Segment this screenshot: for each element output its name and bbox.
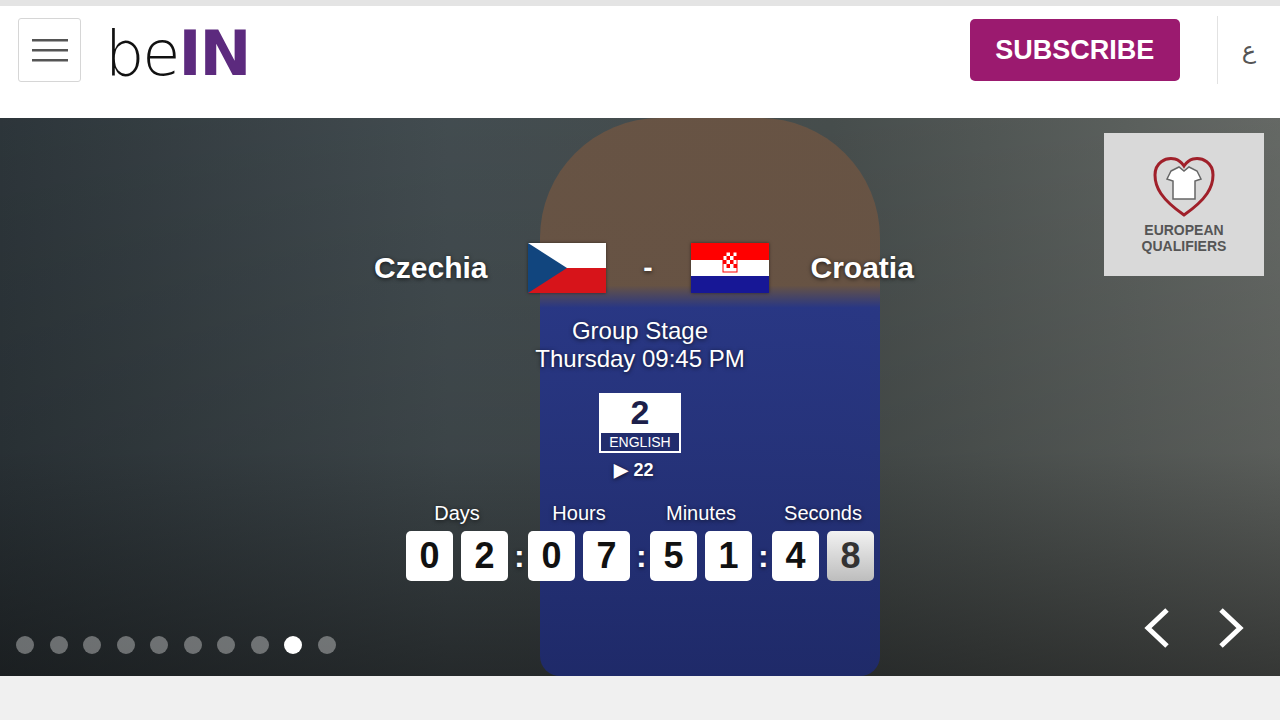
countdown-label: Hours <box>552 501 605 525</box>
header: beIN SUBSCRIBE ع <box>0 6 1280 118</box>
competition-badge: EUROPEAN QUALIFIERS <box>1104 133 1264 276</box>
logo[interactable]: beIN <box>105 23 249 85</box>
team-separator: - <box>606 252 691 284</box>
next-button[interactable] <box>1216 606 1246 650</box>
countdown-label: Days <box>434 501 480 525</box>
countdown-label: Minutes <box>666 501 736 525</box>
previous-button[interactable] <box>1142 606 1172 650</box>
chevron-right-icon <box>1216 606 1246 650</box>
away-team: Croatia <box>811 251 971 285</box>
channel-badge: 2ENGLISH <box>599 393 681 453</box>
countdown-separator: : <box>514 531 522 581</box>
countdown-group: Seconds 48 <box>772 501 874 581</box>
carousel-dot[interactable] <box>318 636 336 654</box>
teams-row: Czechia - Croatia <box>328 243 971 293</box>
countdown-digit: 4 <box>772 531 819 581</box>
carousel-arrows <box>1142 606 1246 650</box>
croatia-flag-icon <box>691 243 769 293</box>
countdown-digit: 0 <box>528 531 575 581</box>
carousel-dot[interactable] <box>284 636 302 654</box>
carousel-dot[interactable] <box>16 636 34 654</box>
carousel-dot[interactable] <box>50 636 68 654</box>
subscribe-button[interactable]: SUBSCRIBE <box>970 19 1180 81</box>
countdown-group: Days 02 <box>406 501 508 581</box>
carousel-dot[interactable] <box>117 636 135 654</box>
carousel-dot[interactable] <box>150 636 168 654</box>
countdown-digit: 0 <box>406 531 453 581</box>
player-photo <box>540 118 880 676</box>
countdown-digit: 2 <box>461 531 508 581</box>
alternate-channel: ▶ 22 <box>614 459 653 481</box>
czech-flag-icon <box>528 243 606 293</box>
carousel-dot[interactable] <box>217 636 235 654</box>
language-button[interactable]: ع <box>1236 32 1262 68</box>
divider <box>1217 16 1218 84</box>
hero-slide[interactable]: EUROPEAN QUALIFIERS Czechia - Croatia Group … <box>0 118 1280 676</box>
countdown-digit: 1 <box>705 531 752 581</box>
countdown-label: Seconds <box>784 501 862 525</box>
countdown-group: Minutes 51 <box>650 501 752 581</box>
page: beINSUBSCRIBEعEUROPEAN QUALIFIERSCzechia… <box>0 0 1280 720</box>
countdown-digit: 8 <box>827 531 874 581</box>
countdown-separator: : <box>636 531 644 581</box>
carousel-dot[interactable] <box>184 636 202 654</box>
menu-icon <box>32 38 68 62</box>
match-info: Czechia - Croatia Group StageThursday 09:45… <box>0 118 1280 581</box>
carousel-dot[interactable] <box>251 636 269 654</box>
stage-label: Group Stage <box>572 317 708 345</box>
menu-button[interactable] <box>18 18 81 82</box>
countdown-digit: 5 <box>650 531 697 581</box>
carousel-dot[interactable] <box>83 636 101 654</box>
carousel-dots <box>16 636 336 654</box>
countdown-digit: 7 <box>583 531 630 581</box>
kickoff-time: Thursday 09:45 PM <box>535 345 744 373</box>
bottom-strip <box>0 676 1280 720</box>
shirt-heart-icon <box>1151 155 1217 219</box>
countdown: Days02:Hours07:Minutes51:Seconds48 <box>406 501 874 581</box>
chevron-left-icon <box>1142 606 1172 650</box>
countdown-group: Hours 07 <box>528 501 630 581</box>
home-team: Czechia <box>328 251 488 285</box>
countdown-separator: : <box>758 531 766 581</box>
